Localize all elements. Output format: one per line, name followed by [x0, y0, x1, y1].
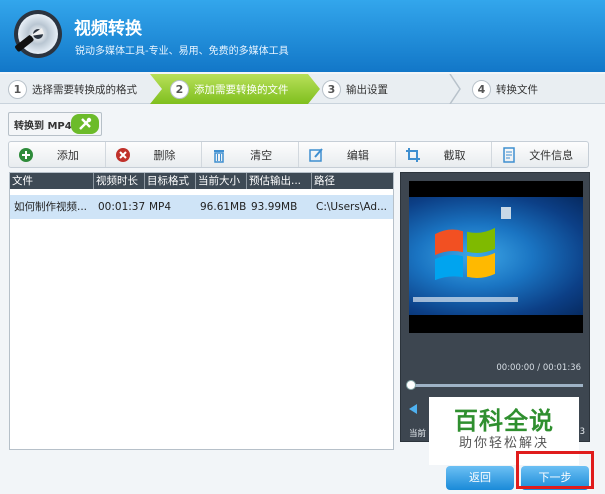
- file-info-button[interactable]: 文件信息: [492, 142, 588, 167]
- table-header: 文件 视频时长 目标格式 当前大小 预估输出... 路径: [10, 173, 393, 189]
- format-cell: MP4: [149, 201, 172, 213]
- step-3[interactable]: 3 输出设置: [322, 74, 388, 104]
- column-header[interactable]: 当前大小: [196, 173, 247, 189]
- file-info-icon: [500, 146, 518, 164]
- step-4[interactable]: 4 转换文件: [472, 74, 538, 104]
- column-header[interactable]: 路径: [312, 173, 393, 189]
- app-header: 视频转换 锐动多媒体工具-专业、易用、免费的多媒体工具: [0, 0, 605, 72]
- time-readout: 00:00:00 / 00:01:36: [496, 363, 581, 373]
- column-header[interactable]: 文件: [10, 173, 94, 189]
- crop-label: 截取: [443, 148, 466, 162]
- edit-label: 编辑: [346, 148, 369, 162]
- app-logo-icon: [14, 10, 62, 58]
- app-subtitle: 锐动多媒体工具-专业、易用、免费的多媒体工具: [75, 46, 289, 57]
- file-list-table[interactable]: 文件 视频时长 目标格式 当前大小 预估输出... 路径 如何制作视频... 0…: [9, 172, 394, 450]
- step-label: 选择需要转换成的格式: [32, 83, 137, 96]
- step-label: 输出设置: [346, 83, 388, 96]
- add-label: 添加: [56, 148, 79, 162]
- clear-button[interactable]: 清空: [202, 142, 300, 167]
- back-button[interactable]: 返回: [446, 466, 514, 490]
- video-screen: [409, 181, 583, 333]
- add-icon: [17, 146, 35, 164]
- step-1[interactable]: 1 选择需要转换成的格式: [8, 74, 137, 104]
- path-cell: C:\Users\Ad...: [316, 201, 388, 213]
- seek-slider-knob[interactable]: [406, 380, 416, 390]
- highlight-box: [516, 451, 594, 489]
- delete-label: 删除: [153, 148, 176, 162]
- column-header[interactable]: 目标格式: [145, 173, 196, 189]
- tools-icon: [71, 114, 99, 134]
- crop-button[interactable]: 截取: [396, 142, 493, 167]
- watermark-title: 百科全说: [454, 407, 554, 435]
- duration-cell: 00:01:37: [98, 201, 145, 213]
- current-label: 当前: [409, 429, 427, 439]
- edit-icon: [307, 146, 325, 164]
- table-row[interactable]: 如何制作视频... 00:01:37 MP4 96.61MB 93.99MB C…: [10, 195, 393, 219]
- step-2[interactable]: 2 添加需要转换的文件: [150, 74, 320, 104]
- desktop-icon: [501, 207, 511, 219]
- step-number: 4: [472, 79, 491, 99]
- convert-format-button[interactable]: 转换到 MP4: [8, 112, 102, 136]
- column-header[interactable]: 视频时长: [94, 173, 145, 189]
- file-toolbar: 添加 删除 清空 编辑 截取 文件信息: [8, 141, 589, 168]
- add-button[interactable]: 添加: [9, 142, 106, 167]
- step-number: 2: [170, 80, 189, 99]
- crop-icon: [404, 146, 422, 164]
- edit-button[interactable]: 编辑: [299, 142, 396, 167]
- size-cell: 96.61MB: [200, 201, 247, 213]
- windows-logo-icon: [435, 227, 495, 281]
- column-header[interactable]: 预估输出...: [247, 173, 312, 189]
- video-frame: [409, 197, 583, 315]
- clear-label: 清空: [250, 148, 273, 162]
- estimated-size-cell: 93.99MB: [251, 201, 298, 213]
- subtitle-bar: [413, 297, 518, 302]
- rewind-icon[interactable]: [409, 404, 417, 414]
- delete-button[interactable]: 删除: [106, 142, 203, 167]
- step-number: 3: [322, 79, 341, 99]
- app-title: 视频转换: [74, 19, 142, 39]
- file-name-cell: 如何制作视频...: [14, 201, 88, 213]
- step-separator: [449, 74, 461, 104]
- seek-slider[interactable]: [409, 384, 583, 387]
- step-number: 1: [8, 79, 27, 99]
- step-label: 添加需要转换的文件: [194, 83, 289, 96]
- delete-icon: [114, 146, 132, 164]
- step-wizard: 1 选择需要转换成的格式 2 添加需要转换的文件 3 输出设置 4 转换文件: [0, 74, 605, 104]
- file-info-label: 文件信息: [529, 148, 574, 162]
- convert-format-label: 转换到 MP4: [14, 120, 72, 132]
- step-label: 转换文件: [496, 83, 538, 96]
- trash-icon: [210, 146, 228, 164]
